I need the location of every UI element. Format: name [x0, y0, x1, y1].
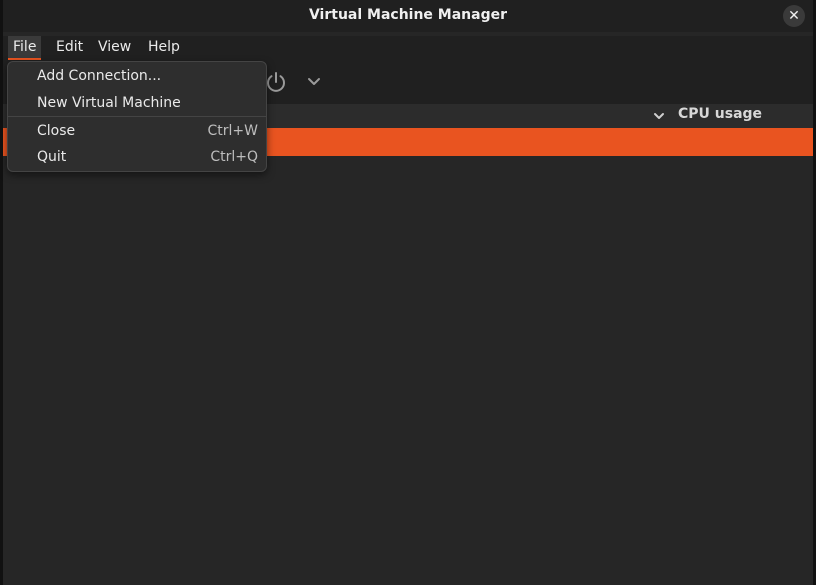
main-window: Virtual Machine Manager ✕ File Edit View… [0, 0, 816, 585]
file-menu-dropdown: Add Connection... New Virtual Machine Cl… [7, 61, 267, 172]
sort-chevron-icon[interactable] [653, 111, 665, 121]
menu-file[interactable]: File [8, 36, 42, 60]
menu-item-quit[interactable]: Quit Ctrl+Q [8, 144, 266, 170]
title-bar: Virtual Machine Manager ✕ [3, 0, 813, 32]
menu-help[interactable]: Help [143, 36, 185, 58]
close-button[interactable]: ✕ [783, 5, 805, 27]
menu-item-label: Add Connection... [37, 68, 162, 84]
menu-item-add-connection[interactable]: Add Connection... [8, 63, 266, 89]
menu-item-accelerator: Ctrl+W [207, 123, 258, 139]
menu-item-close[interactable]: Close Ctrl+W [8, 118, 266, 144]
window-title: Virtual Machine Manager [308, 7, 508, 23]
close-icon: ✕ [788, 8, 800, 24]
column-cpu-usage[interactable]: CPU usage [678, 106, 762, 122]
menu-edit[interactable]: Edit [51, 36, 88, 58]
menu-item-label: New Virtual Machine [37, 95, 181, 111]
power-icon[interactable] [265, 71, 287, 93]
menu-item-label: Close [37, 123, 76, 139]
menu-item-label: Quit [37, 149, 67, 165]
menu-item-accelerator: Ctrl+Q [210, 149, 258, 165]
chevron-down-icon[interactable] [307, 76, 321, 88]
menu-view[interactable]: View [93, 36, 136, 58]
menu-item-new-vm[interactable]: New Virtual Machine [8, 90, 266, 116]
menu-bar: File Edit View Help [3, 36, 813, 60]
vm-list-area [3, 156, 813, 585]
menu-separator [8, 116, 266, 117]
